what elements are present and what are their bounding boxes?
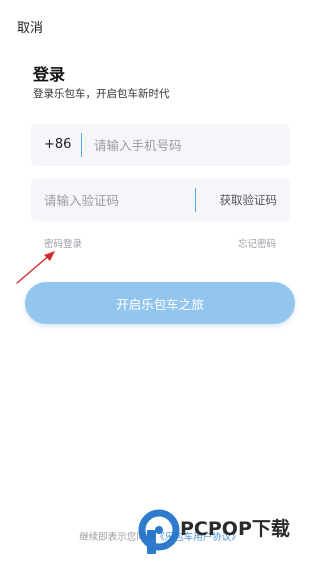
watermark-text: PCPOP下载 bbox=[180, 517, 290, 540]
page-title: 登录 bbox=[33, 65, 66, 84]
field-divider bbox=[81, 133, 82, 157]
forgot-password-link[interactable]: 忘记密码 bbox=[238, 236, 276, 250]
page-subtitle: 登录乐包车，开启包车新时代 bbox=[33, 88, 170, 100]
red-arrow-annotation bbox=[16, 251, 55, 284]
start-journey-button[interactable]: 开启乐包车之旅 bbox=[25, 282, 295, 324]
country-code-selector[interactable]: +86 bbox=[44, 137, 71, 152]
cancel-button[interactable]: 取消 bbox=[17, 17, 43, 36]
phone-field: +86 bbox=[31, 124, 290, 166]
get-code-button[interactable]: 获取验证码 bbox=[220, 192, 278, 208]
verification-code-input[interactable] bbox=[44, 190, 184, 210]
field-divider bbox=[195, 188, 196, 212]
verification-code-field: 获取验证码 bbox=[31, 179, 290, 221]
pcpop-watermark: PCPOP下载 bbox=[138, 509, 290, 554]
phone-input[interactable] bbox=[94, 135, 279, 155]
